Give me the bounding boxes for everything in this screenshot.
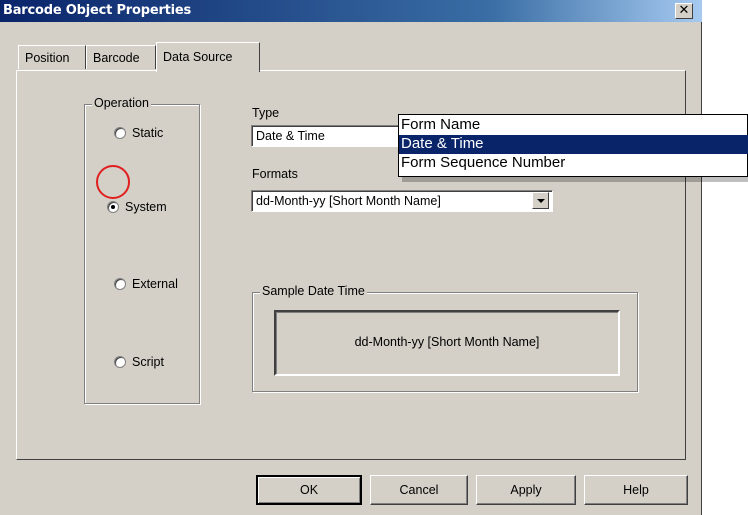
type-combobox[interactable]: Date & Time: [251, 125, 401, 147]
operation-group-label: Operation: [92, 96, 151, 110]
formats-dropdown-button[interactable]: [532, 192, 549, 209]
help-label: Help: [623, 483, 649, 497]
radio-button[interactable]: [107, 201, 119, 213]
radio-label: System: [125, 200, 167, 214]
option-label: Form Name: [401, 116, 481, 133]
option-label: Date & Time: [401, 135, 484, 152]
radio-button[interactable]: [114, 278, 126, 290]
type-dropdown-list[interactable]: Form Name Date & Time Form Sequence Numb…: [398, 114, 748, 177]
tab-position[interactable]: Position: [18, 45, 86, 69]
option-label: Form Sequence Number: [401, 154, 566, 171]
title-bar[interactable]: Barcode Object Properties ✕: [0, 0, 702, 22]
formats-combobox[interactable]: dd-Month-yy [Short Month Name]: [251, 190, 553, 212]
ok-button[interactable]: OK: [256, 475, 362, 505]
tab-label: Position: [25, 51, 70, 65]
tab-label: Data Source: [163, 50, 233, 64]
help-button[interactable]: Help: [584, 475, 688, 505]
dropdown-option-form-sequence-number[interactable]: Form Sequence Number: [399, 154, 748, 173]
dropdown-option-date-time[interactable]: Date & Time: [399, 135, 748, 154]
cancel-button[interactable]: Cancel: [370, 475, 468, 505]
close-icon: ✕: [678, 3, 690, 18]
sample-value: dd-Month-yy [Short Month Name]: [354, 335, 540, 349]
properties-dialog: Barcode Object Properties ✕ Position Bar…: [0, 0, 702, 515]
ok-label: OK: [299, 483, 319, 497]
radio-label: External: [132, 277, 178, 291]
apply-button[interactable]: Apply: [476, 475, 576, 505]
type-label: Type: [252, 106, 280, 120]
cancel-label: Cancel: [399, 483, 439, 497]
window-title: Barcode Object Properties: [3, 3, 192, 18]
tab-barcode[interactable]: Barcode: [86, 45, 156, 69]
formats-label: Formats: [252, 167, 298, 181]
type-value: Date & Time: [256, 129, 325, 143]
sample-display: dd-Month-yy [Short Month Name]: [274, 310, 620, 376]
radio-button[interactable]: [114, 356, 126, 368]
radio-label: Static: [132, 126, 164, 140]
radio-button[interactable]: [114, 127, 126, 139]
formats-value: dd-Month-yy [Short Month Name]: [256, 194, 441, 208]
chevron-down-icon: [537, 199, 545, 203]
tab-label: Barcode: [93, 51, 140, 65]
close-button[interactable]: ✕: [675, 3, 693, 19]
highlight-circle-annotation: [96, 165, 130, 199]
radio-label: Script: [132, 355, 164, 369]
sample-group-label: Sample Date Time: [260, 284, 367, 298]
tab-data-source[interactable]: Data Source: [156, 42, 260, 72]
dropdown-option-form-name[interactable]: Form Name: [399, 116, 748, 135]
apply-label: Apply: [510, 483, 542, 497]
